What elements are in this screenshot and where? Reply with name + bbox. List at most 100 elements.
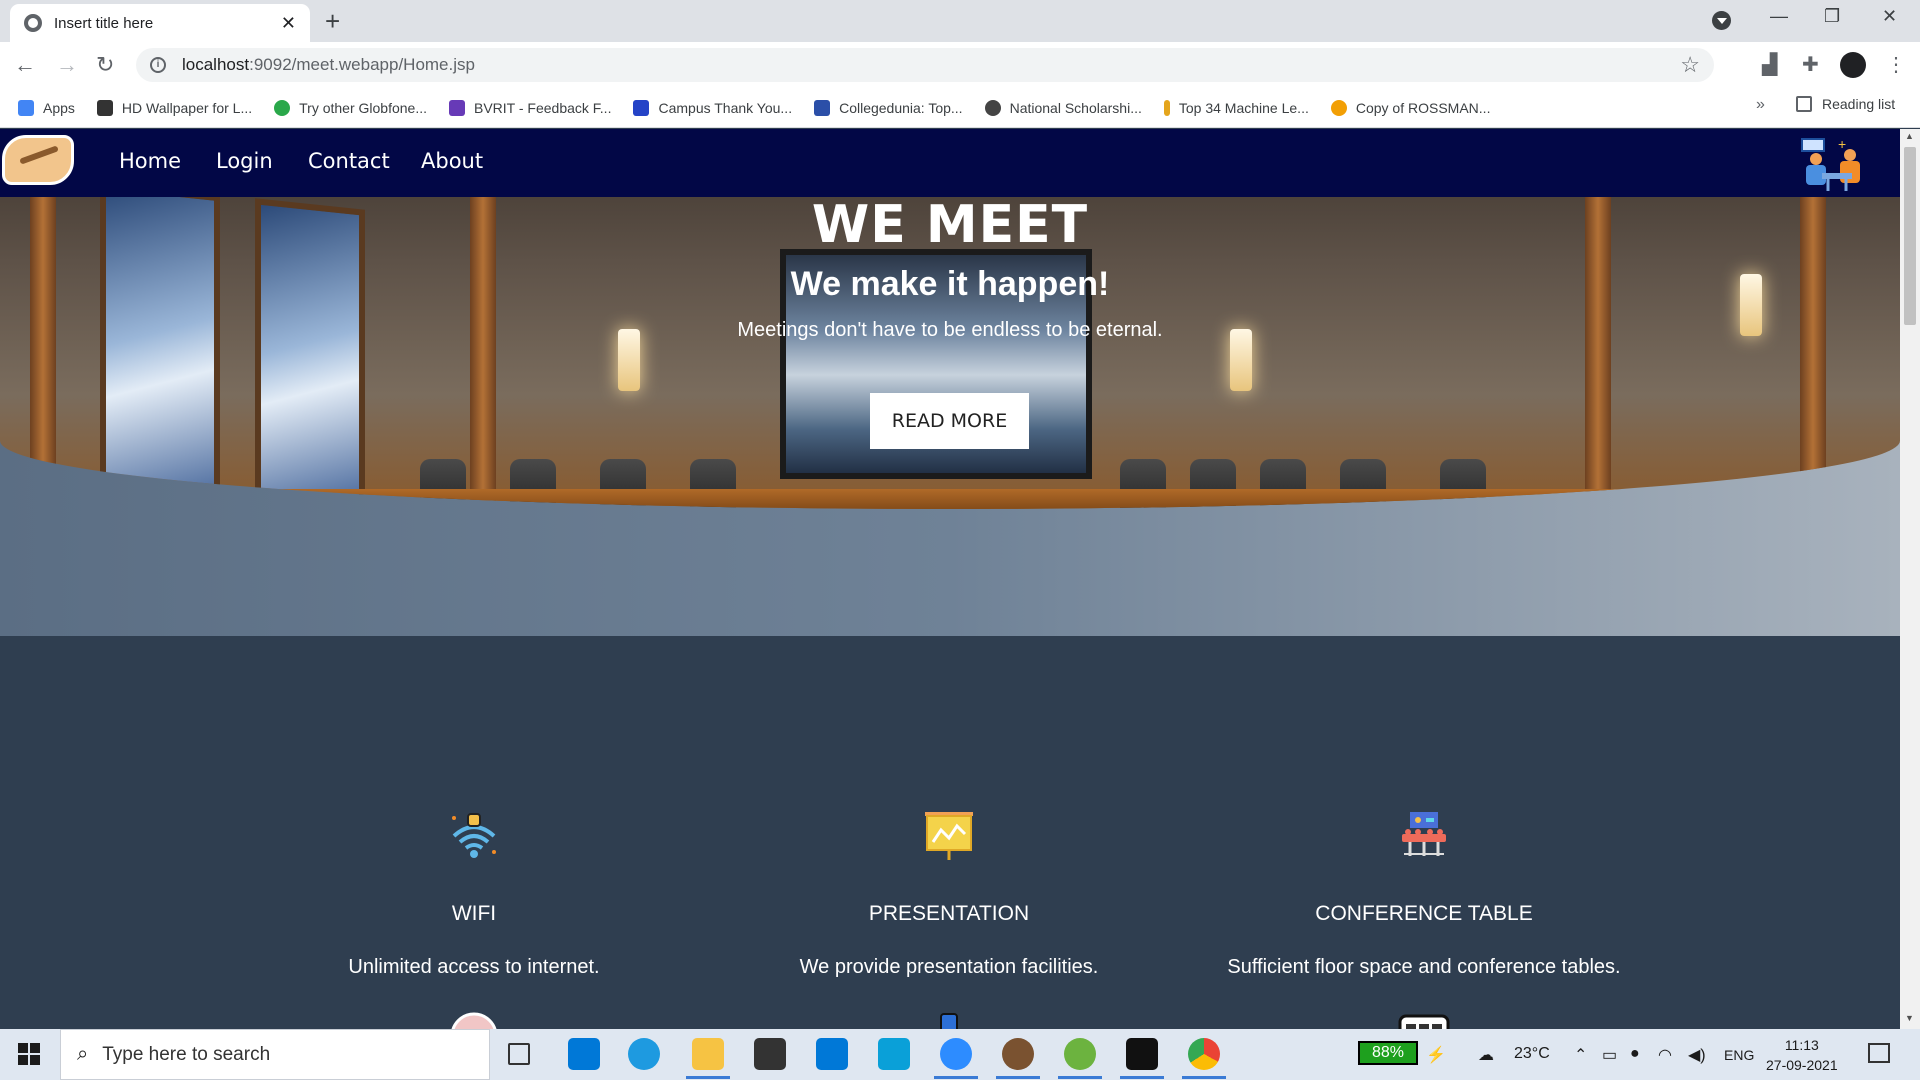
forms-icon	[449, 99, 465, 116]
browser-tab[interactable]: Insert title here ✕	[10, 4, 310, 42]
campus-icon	[633, 99, 650, 116]
hero-subtitle: We make it happen!	[790, 265, 1110, 303]
minimize-icon[interactable]: —	[1770, 6, 1788, 27]
nav-login[interactable]: Login	[216, 149, 273, 173]
feature-title: CONFERENCE TABLE	[1315, 902, 1533, 925]
bookmark-item[interactable]: BVRIT - Feedback F...	[449, 99, 611, 116]
analytics-extension-icon[interactable]: ▟	[1762, 52, 1777, 77]
bookmark-star-icon[interactable]: ☆	[1680, 52, 1700, 78]
apps-grid-icon	[18, 99, 34, 116]
temperature[interactable]: 23°C	[1514, 1045, 1550, 1063]
image-icon	[96, 99, 113, 116]
scroll-thumb[interactable]	[1904, 147, 1916, 325]
feature-description: Sufficient floor space and conference ta…	[1227, 956, 1621, 978]
team-meeting-icon: +	[1801, 136, 1860, 191]
bookmarks-bar: Apps HD Wallpaper for L... Try other Glo…	[0, 88, 1920, 128]
bookmark-item[interactable]: Top 34 Machine Le...	[1163, 99, 1309, 116]
scroll-up-icon[interactable]: ▲	[1905, 131, 1914, 141]
back-icon[interactable]: ←	[14, 52, 36, 78]
forward-icon[interactable]: →	[56, 52, 78, 78]
tab-close-icon[interactable]: ✕	[281, 13, 296, 34]
volume-icon[interactable]: ◀)	[1688, 1045, 1706, 1065]
bookmark-item[interactable]: National Scholarshi...	[984, 99, 1142, 116]
search-placeholder: Type here to search	[102, 1043, 271, 1065]
bookmark-item[interactable]: Collegedunia: Top...	[814, 99, 963, 116]
extensions-puzzle-icon[interactable]: ✚	[1802, 52, 1819, 77]
store-icon[interactable]	[754, 1038, 786, 1070]
hero-tagline: Meetings don't have to be endless to be …	[737, 319, 1163, 341]
eclipse-icon[interactable]	[996, 1038, 1040, 1079]
url-path: :9092/meet.webapp/Home.jsp	[249, 55, 475, 74]
bookmark-item[interactable]: Copy of ROSSMAN...	[1330, 99, 1490, 116]
feature-description: Unlimited access to internet.	[348, 956, 600, 978]
bar-icon	[1163, 99, 1170, 116]
site-info-icon[interactable]: i	[150, 57, 166, 73]
conference-table	[250, 489, 1650, 509]
read-more-button[interactable]: READ MORE	[870, 393, 1029, 449]
search-icon: ⌕	[77, 1043, 89, 1065]
meet-now-icon[interactable]: ▭	[1602, 1045, 1617, 1065]
browser-tabstrip: Insert title here ✕ + — ❐ ✕	[0, 0, 1920, 42]
features-section: WIFI Unlimited access to internet. PRESE…	[0, 636, 1900, 1029]
globe-icon	[24, 14, 42, 32]
handshake-logo-icon[interactable]	[2, 135, 74, 185]
profile-avatar[interactable]	[1840, 52, 1866, 78]
new-tab-button[interactable]: +	[325, 6, 340, 37]
windows-start-icon[interactable]	[18, 1043, 40, 1065]
presentation-icon	[925, 812, 973, 860]
nav-home[interactable]: Home	[119, 149, 181, 173]
collegedunia-icon	[814, 99, 831, 116]
nav-about[interactable]: About	[421, 149, 483, 173]
mail-icon[interactable]	[816, 1038, 848, 1070]
more-bookmarks-chevron-icon[interactable]: »	[1756, 96, 1765, 114]
plug-icon: ⚡	[1426, 1047, 1446, 1064]
globfone-icon	[274, 99, 291, 116]
microphone-icon[interactable]: ●	[1630, 1045, 1640, 1063]
spring-tool-icon[interactable]	[1058, 1038, 1102, 1079]
tab-title: Insert title here	[54, 14, 154, 32]
file-explorer-icon[interactable]	[686, 1038, 730, 1079]
chrome-icon[interactable]	[1182, 1038, 1226, 1079]
svg-text:+: +	[1838, 136, 1846, 152]
feature-title: PRESENTATION	[868, 902, 1030, 925]
edge-icon[interactable]	[628, 1038, 660, 1070]
reading-list-icon	[1796, 96, 1812, 112]
reading-list-button[interactable]: Reading list	[1796, 96, 1895, 112]
language-indicator[interactable]: ENG	[1724, 1047, 1754, 1063]
bookmark-item[interactable]: Campus Thank You...	[633, 99, 792, 116]
address-bar[interactable]: i localhost:9092/meet.webapp/Home.jsp ☆	[136, 48, 1714, 82]
windows-taskbar: ⌕ Type here to search 88% ⚡ ☁ 23°C ⌃ ▭ ●…	[0, 1029, 1920, 1080]
menu-kebab-icon[interactable]: ⋮	[1886, 52, 1906, 77]
reload-icon[interactable]: ↻	[96, 52, 114, 78]
page-scrollbar[interactable]: ▲ ▼	[1900, 129, 1920, 1029]
scroll-down-icon[interactable]: ▼	[1905, 1013, 1914, 1023]
battery-indicator[interactable]: 88%	[1358, 1041, 1418, 1065]
network-icon[interactable]: ◠	[1658, 1045, 1672, 1065]
l-app-icon[interactable]	[878, 1038, 910, 1070]
tray-overflow-icon[interactable]: ⌃	[1574, 1045, 1587, 1065]
notification-center-icon[interactable]	[1868, 1043, 1890, 1063]
cortana-icon[interactable]	[568, 1038, 600, 1070]
phone-signal-icon	[940, 1013, 958, 1029]
feature-peek-icon	[451, 1012, 497, 1029]
clock-date: 27-09-2021	[1766, 1057, 1838, 1073]
weather-icon[interactable]: ☁	[1478, 1045, 1494, 1065]
bookmark-item[interactable]: Try other Globfone...	[274, 99, 427, 116]
task-view-icon[interactable]	[508, 1043, 530, 1065]
browser-toolbar: ← → ↻ i localhost:9092/meet.webapp/Home.…	[0, 42, 1920, 88]
feature-title: WIFI	[451, 902, 497, 925]
zoom-icon[interactable]	[934, 1038, 978, 1079]
feature-description: We provide presentation facilities.	[799, 956, 1099, 978]
bookmark-item[interactable]: HD Wallpaper for L...	[96, 99, 252, 116]
system-clock[interactable]: 11:13 27-09-2021	[1766, 1035, 1838, 1075]
close-window-icon[interactable]: ✕	[1882, 6, 1897, 27]
hero-title: WE MEET	[811, 195, 1089, 255]
restore-icon[interactable]: ❐	[1824, 6, 1840, 27]
web-page: Home Login Contact About + WE MEET We ma…	[0, 129, 1900, 1029]
taskbar-search-box[interactable]: ⌕ Type here to search	[60, 1029, 490, 1080]
nav-contact[interactable]: Contact	[308, 149, 390, 173]
mysql-icon[interactable]	[1120, 1038, 1164, 1079]
bookmark-item[interactable]: Apps	[18, 99, 75, 116]
site-navbar: Home Login Contact About +	[0, 129, 1900, 197]
tab-search-icon[interactable]	[1712, 11, 1731, 30]
